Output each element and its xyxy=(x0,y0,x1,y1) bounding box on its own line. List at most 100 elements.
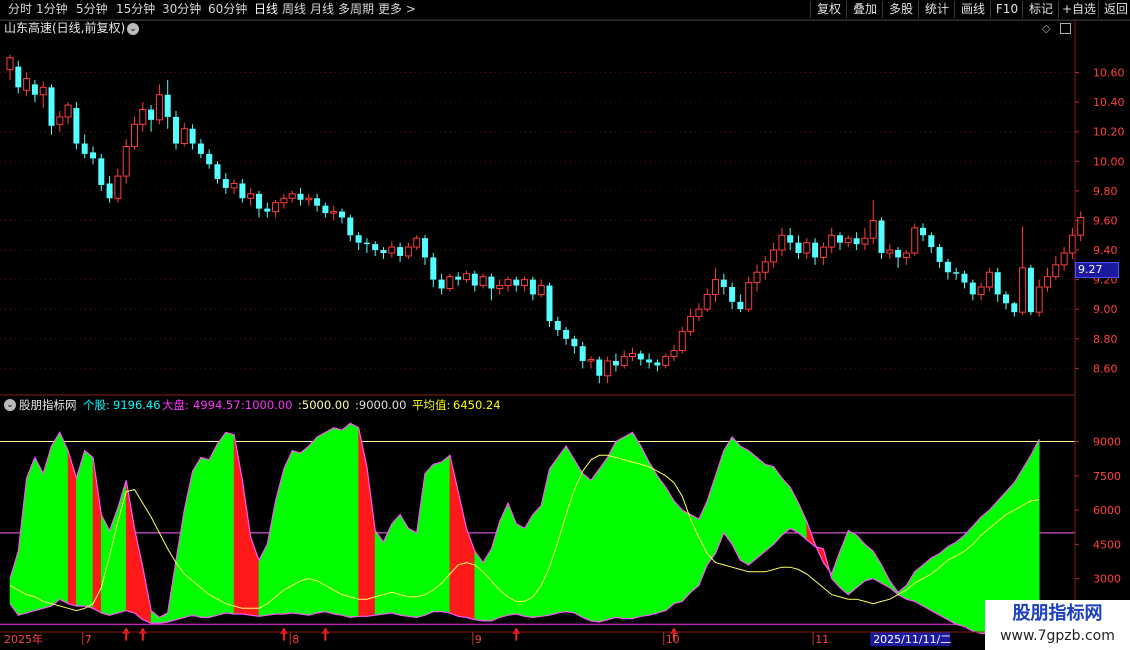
indicator-band-segment xyxy=(698,500,708,586)
candle-body xyxy=(488,276,495,289)
candle-body xyxy=(1035,286,1043,313)
candle-body xyxy=(222,179,229,188)
buy-arrow-head xyxy=(279,627,288,634)
candle-body xyxy=(911,227,919,254)
candle-body xyxy=(837,235,843,243)
indicator-band-segment xyxy=(333,427,343,616)
indicator-band-segment xyxy=(657,474,667,614)
indicator-band-segment xyxy=(125,480,135,614)
candle-body xyxy=(886,249,894,254)
candle-body xyxy=(712,279,719,295)
candle-body xyxy=(122,146,130,177)
indicator-band-segment xyxy=(358,427,368,617)
price-tick-label: 10.00 xyxy=(1093,155,1125,168)
candle-body xyxy=(438,279,445,289)
indicator-band-segment xyxy=(590,468,600,623)
indicator-band-segment xyxy=(26,457,36,614)
candle-body xyxy=(961,273,968,283)
avg-value: 6450.24 xyxy=(453,398,501,412)
date-label: 9 xyxy=(475,633,482,646)
candle-body xyxy=(256,193,262,209)
indicator-band-segment xyxy=(117,480,127,614)
candle-body xyxy=(745,282,753,310)
indicator-band-segment xyxy=(681,509,691,603)
candle-body xyxy=(795,242,802,253)
candle-body xyxy=(288,193,296,199)
candle-body xyxy=(1011,303,1018,313)
indicator-band-segment xyxy=(109,507,119,616)
date-label: 10 xyxy=(666,633,680,646)
indicator-band-segment xyxy=(574,458,584,618)
indicator-band-segment xyxy=(300,445,310,616)
candle-body xyxy=(853,238,860,245)
candle-body xyxy=(629,353,636,358)
candle-body xyxy=(48,87,55,126)
candle-body xyxy=(985,271,993,288)
candle-body xyxy=(1052,264,1060,278)
date-label: 8 xyxy=(292,633,299,646)
indicator-band-segment xyxy=(291,450,301,615)
chevron-down-icon[interactable]: ⌄ xyxy=(4,399,16,411)
current-price: 9.27 xyxy=(1078,263,1103,277)
candle-body xyxy=(363,242,370,245)
candle-body xyxy=(479,276,487,287)
price-tick-label: 10.20 xyxy=(1093,126,1125,139)
price-tick-label: 9.40 xyxy=(1093,244,1118,257)
indicator-tick-label: 4500 xyxy=(1093,538,1121,551)
indicator-band-segment xyxy=(408,527,418,618)
indicator-band-segment xyxy=(466,528,476,621)
indicator-band-segment xyxy=(366,466,376,617)
indicator-band-segment xyxy=(715,450,725,554)
candle-body xyxy=(272,202,280,213)
indicator-band-segment xyxy=(723,435,733,546)
candle-body xyxy=(31,84,38,95)
price-tick-label: 9.00 xyxy=(1093,303,1118,316)
candle-body xyxy=(620,356,628,366)
indicator-band-segment xyxy=(449,455,459,617)
candle-body xyxy=(280,197,288,204)
indicator-band-segment xyxy=(607,441,617,621)
buy-signals xyxy=(122,627,678,641)
candle-body xyxy=(753,271,761,284)
indicator-band-segment xyxy=(872,550,882,584)
candle-body xyxy=(197,143,204,154)
indicator-band-segment xyxy=(955,534,965,627)
candle-body xyxy=(687,316,695,332)
candle-body xyxy=(264,208,271,212)
market-label: 大盘: xyxy=(162,398,189,412)
indicator-band-segment xyxy=(740,445,750,566)
indicator-band-segment xyxy=(582,472,592,622)
candle-body xyxy=(828,234,836,248)
price-tick-label: 10.40 xyxy=(1093,96,1125,109)
candle-body xyxy=(646,359,653,363)
candle-body xyxy=(471,273,478,286)
candle-body xyxy=(106,183,113,199)
candle-body xyxy=(247,193,255,199)
indicator-band-segment xyxy=(540,468,550,617)
candle-body xyxy=(64,104,72,118)
candle-body xyxy=(953,272,960,274)
indicator-band-segment xyxy=(308,436,318,616)
indicator-band-segment xyxy=(972,516,982,634)
candle-body xyxy=(554,321,561,330)
candle-body xyxy=(695,308,703,318)
indicator-band-segment xyxy=(773,465,783,546)
indicator-band-segment xyxy=(524,513,534,618)
indicator-band-segment xyxy=(964,525,974,632)
candle-body xyxy=(297,193,304,200)
watermark-url: www.7gpzb.com xyxy=(1000,628,1115,644)
candle-body xyxy=(206,153,213,165)
candle-body xyxy=(869,219,877,239)
indicator-band-segment xyxy=(499,503,509,618)
candle-body xyxy=(902,252,910,258)
candle-body xyxy=(1060,252,1068,266)
candle-body xyxy=(330,211,338,214)
candle-body xyxy=(114,175,122,199)
indicator-band-segment xyxy=(748,450,758,566)
candle-body xyxy=(214,164,221,180)
candle-body xyxy=(861,237,869,245)
indicator-fill xyxy=(9,422,1040,637)
indicator-band-segment xyxy=(383,523,393,615)
candle-body xyxy=(969,282,976,295)
indicator-band-segment xyxy=(59,432,69,605)
